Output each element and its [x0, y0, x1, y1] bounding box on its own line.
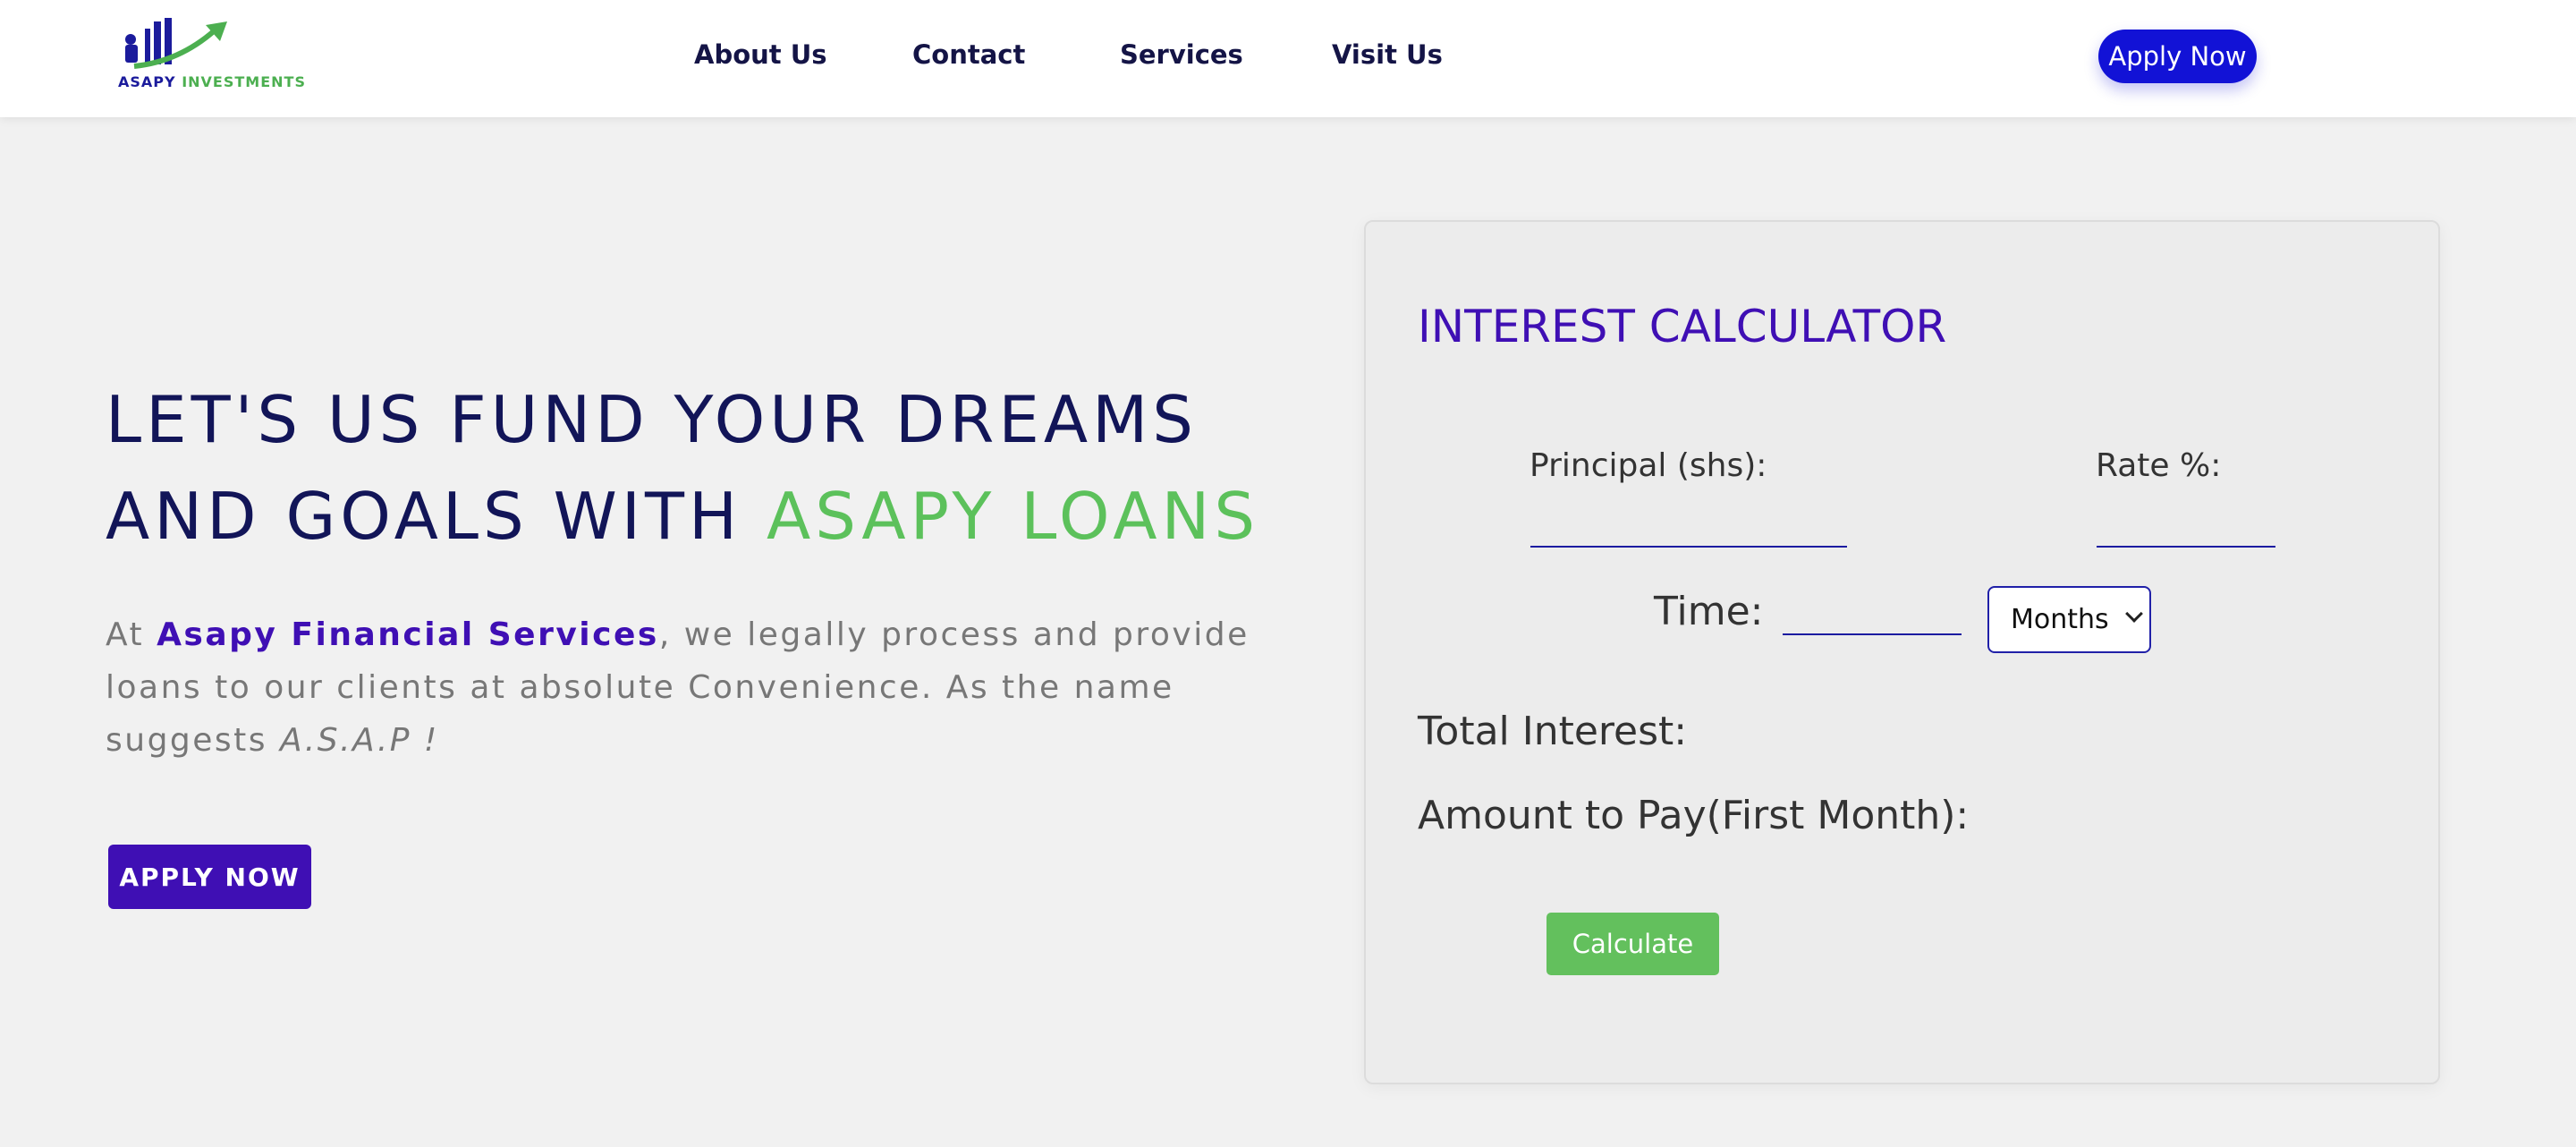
chevron-down-icon [2125, 605, 2143, 623]
hero-brand-name: Asapy Financial Services [157, 616, 659, 653]
time-unit-value: Months [2011, 604, 2109, 635]
site-logo[interactable]: ASAPY INVESTMENTS [116, 13, 305, 93]
calculate-button[interactable]: Calculate [1546, 913, 1719, 975]
hero-apply-now-button[interactable]: APPLY NOW [108, 845, 311, 909]
header-apply-now-button[interactable]: Apply Now [2098, 30, 2257, 83]
interest-calculator: INTEREST CALCULATOR Principal (shs): Rat… [1364, 220, 2440, 1084]
time-label: Time: [1654, 589, 1764, 634]
nav-visit-us[interactable]: Visit Us [1332, 39, 1443, 70]
hero-title: LET'S US FUND YOUR DREAMS AND GOALS WITH… [106, 371, 1295, 565]
principal-label: Principal (shs): [1530, 447, 1767, 484]
amount-to-pay-label: Amount to Pay(First Month): [1418, 793, 1970, 838]
hero-text-prefix: At [106, 616, 157, 653]
top-header: ASAPY INVESTMENTS About Us Contact Servi… [0, 0, 2576, 117]
nav-about-us[interactable]: About Us [694, 39, 827, 70]
logo-text: ASAPY INVESTMENTS [118, 73, 306, 90]
logo-text-investments: INVESTMENTS [182, 73, 306, 90]
hero-description: At Asapy Financial Services, we legally … [106, 608, 1268, 767]
calculator-title: INTEREST CALCULATOR [1418, 301, 1947, 353]
hero-text-asap: A.S.A.P ! [280, 722, 439, 759]
principal-input[interactable] [1530, 512, 1847, 548]
nav-services[interactable]: Services [1120, 39, 1243, 70]
time-input[interactable] [1783, 599, 1962, 635]
logo-icon [125, 18, 227, 69]
time-unit-select[interactable]: Months [1987, 586, 2151, 653]
hero-title-accent: ASAPY LOANS [767, 479, 1260, 554]
rate-label: Rate %: [2096, 447, 2222, 484]
logo-text-asapy: ASAPY [118, 73, 176, 90]
rate-input[interactable] [2097, 512, 2275, 548]
total-interest-label: Total Interest: [1418, 709, 1688, 754]
nav-contact[interactable]: Contact [912, 39, 1025, 70]
